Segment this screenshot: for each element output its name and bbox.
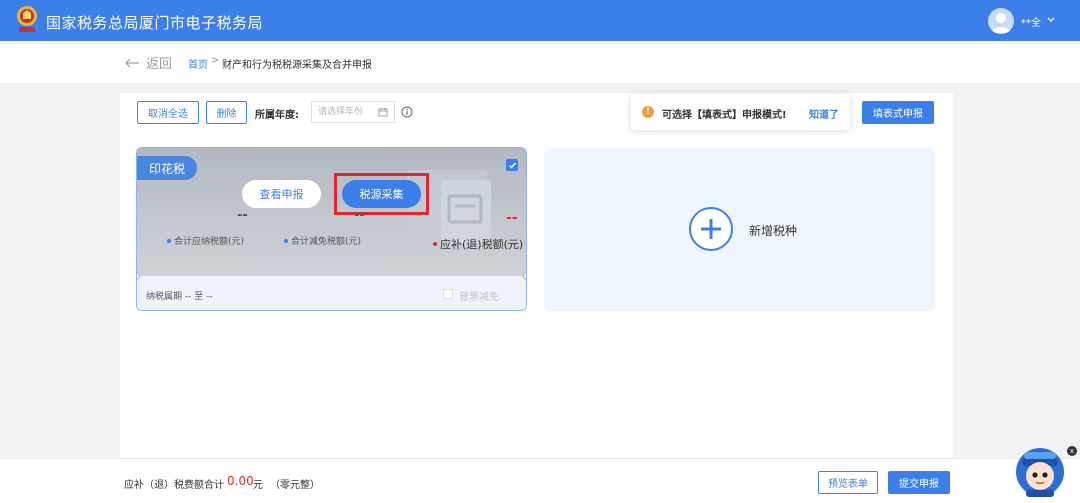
breadcrumb-bar: 返回 首页 > 财产和行为税税源采集及合并申报	[0, 41, 1080, 83]
submit-declaration-button[interactable]: 提交申报	[888, 471, 950, 494]
year-picker[interactable]	[311, 101, 395, 123]
refund-payable-value: --	[506, 210, 518, 226]
tax-emblem-logo	[17, 6, 37, 32]
preference-label: 普惠减免	[459, 292, 499, 303]
refund-payable-label: 应补(退)税额(元)	[433, 236, 523, 252]
total-payable-value: --	[237, 208, 248, 223]
deselect-all-button[interactable]: 取消全选	[137, 101, 199, 124]
tooltip-text: 可选择【填表式】申报模式!	[662, 110, 787, 121]
breadcrumb-separator: >	[211, 55, 220, 66]
app-title: 国家税务总局厦门市电子税务局	[46, 14, 264, 32]
card-notch-right	[523, 272, 526, 280]
calendar-icon	[378, 108, 388, 117]
amount-in-words: （零元整）	[270, 480, 320, 491]
total-unit: 元	[253, 480, 263, 491]
arrow-left-icon	[125, 58, 139, 67]
back-button[interactable]: 返回	[124, 53, 172, 72]
user-avatar-icon	[991, 13, 1011, 33]
top-header: 国家税务总局厦门市电子税务局 **全	[0, 0, 1080, 41]
add-circle	[689, 207, 733, 251]
assistant-mascot-icon[interactable]	[1012, 442, 1068, 498]
user-name[interactable]: **全	[1021, 14, 1041, 29]
tax-type-tag: 印花税	[137, 156, 197, 180]
bullet-dot-icon	[284, 238, 288, 243]
delete-button[interactable]: 删除	[206, 101, 247, 124]
form-mode-tooltip: ! 可选择【填表式】申报模式! 知道了	[631, 94, 850, 130]
mascot-close-button[interactable]: x	[1067, 446, 1077, 456]
chevron-down-icon[interactable]	[1046, 13, 1056, 27]
view-declaration-button[interactable]: 查看申报	[242, 180, 321, 208]
tax-period: 纳税属期 -- 至 --	[146, 292, 213, 302]
add-tax-type-label: 新增税种	[749, 224, 798, 238]
checkmark-icon	[508, 162, 516, 169]
breadcrumb-home[interactable]: 首页	[188, 56, 208, 71]
back-label: 返回	[146, 57, 173, 72]
user-avatar[interactable]	[988, 8, 1014, 34]
year-label: 所属年度:	[255, 110, 299, 121]
bullet-dot-icon	[167, 238, 171, 243]
tax-card-stamp-duty: 印花税 查看申报 税源采集 -- -- -- 合计应纳税额(元) 合计减免税额(…	[136, 147, 527, 311]
total-value: 0.00	[227, 474, 254, 488]
year-input[interactable]	[318, 102, 378, 122]
breadcrumb-current: 财产和行为税税源采集及合并申报	[222, 60, 372, 71]
preview-form-button[interactable]: 预览表单	[818, 471, 878, 494]
preference-checkbox[interactable]	[443, 289, 453, 299]
bullet-dot-icon	[433, 242, 437, 246]
card-select-checkbox[interactable]	[506, 159, 518, 171]
got-it-link[interactable]: 知道了	[809, 106, 839, 121]
add-tax-type-card[interactable]: 新增税种	[544, 148, 935, 311]
total-reduction-label: 合计减免税额(元)	[284, 234, 361, 247]
highlight-frame	[334, 173, 429, 215]
total-label: 应补（退）税费额合计	[124, 480, 224, 491]
plus-icon	[701, 219, 721, 239]
total-payable-label: 合计应纳税额(元)	[167, 234, 244, 247]
warning-icon: !	[642, 106, 654, 118]
form-declare-button[interactable]: 填表式申报	[862, 101, 934, 124]
info-icon[interactable]	[401, 106, 413, 118]
total-reduction-value: --	[354, 208, 365, 223]
